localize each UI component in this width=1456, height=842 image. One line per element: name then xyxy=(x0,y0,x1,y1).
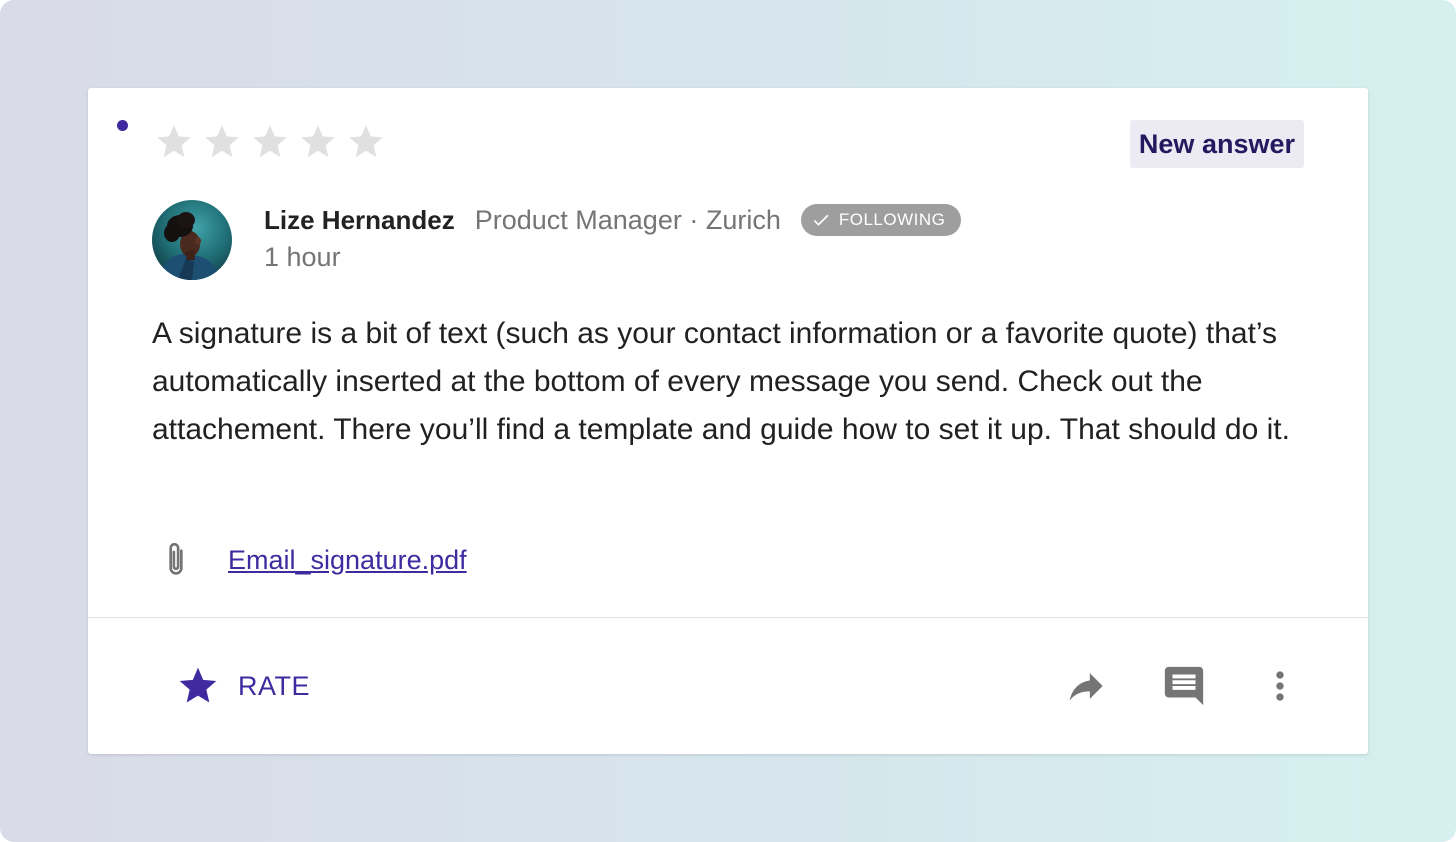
star-icon[interactable] xyxy=(250,122,290,162)
more-vert-icon xyxy=(1276,671,1284,701)
comment-icon xyxy=(1164,666,1204,706)
attachment-link[interactable]: Email_signature.pdf xyxy=(228,545,467,576)
author-meta: Product Manager · Zurich xyxy=(474,204,781,235)
star-icon[interactable] xyxy=(202,122,242,162)
answer-card: New answer Lize Hernandez Product Manage… xyxy=(88,88,1368,754)
check-icon xyxy=(813,214,829,226)
rate-label: RATE xyxy=(238,670,311,701)
comment-button[interactable] xyxy=(1160,662,1208,710)
avatar[interactable] xyxy=(152,200,232,280)
author-line: Lize Hernandez Product Manager · Zurich … xyxy=(264,202,962,238)
star-icon[interactable] xyxy=(154,122,194,162)
paperclip-icon xyxy=(169,542,183,575)
star-icon[interactable] xyxy=(346,122,386,162)
timestamp: 1 hour xyxy=(264,242,341,272)
attachment: Email_signature.pdf xyxy=(160,538,467,582)
more-button[interactable] xyxy=(1256,662,1304,710)
share-icon xyxy=(1069,673,1103,701)
new-answer-badge: New answer xyxy=(1129,120,1304,168)
page-background: New answer Lize Hernandez Product Manage… xyxy=(0,0,1456,842)
author-name[interactable]: Lize Hernandez xyxy=(264,205,455,236)
share-button[interactable] xyxy=(1064,662,1112,710)
following-chip[interactable]: FOLLOWING xyxy=(800,204,962,236)
unread-indicator xyxy=(117,120,128,131)
answer-body: A signature is a bit of text (such as yo… xyxy=(152,317,1290,446)
star-icon[interactable] xyxy=(298,122,338,162)
star-rating[interactable] xyxy=(154,122,386,162)
following-label: FOLLOWING xyxy=(838,210,946,229)
divider xyxy=(88,617,1368,618)
star-icon xyxy=(179,667,217,703)
rate-button[interactable]: RATE xyxy=(176,662,310,710)
